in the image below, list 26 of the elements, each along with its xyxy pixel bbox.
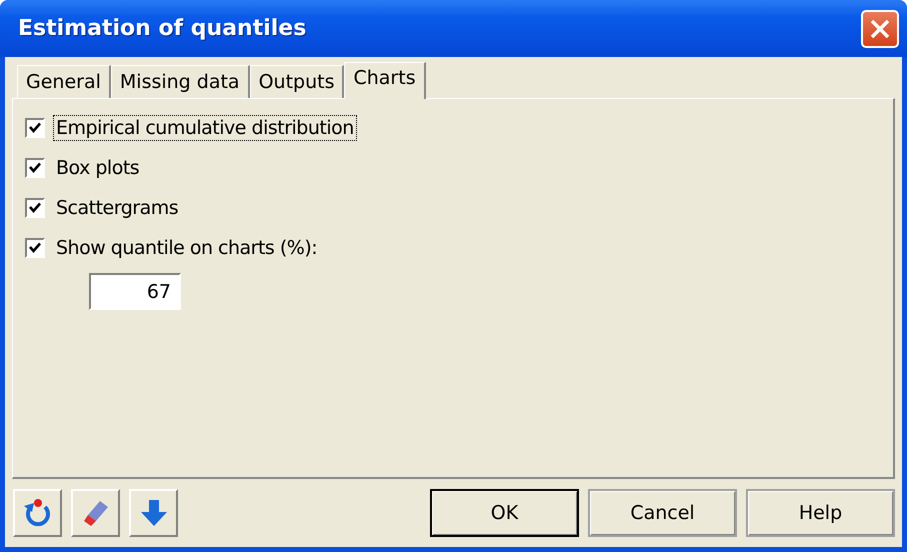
checkbox[interactable]: [25, 198, 45, 218]
down-button[interactable]: [129, 489, 178, 537]
dialog-button[interactable]: OK: [430, 489, 579, 537]
clear-button[interactable]: [71, 489, 120, 537]
quantile-input[interactable]: 67: [89, 273, 181, 310]
window-title: Estimation of quantiles: [18, 16, 306, 41]
check-icon: [28, 201, 42, 215]
checkbox[interactable]: [25, 238, 45, 258]
dialog-button[interactable]: Cancel: [588, 489, 737, 537]
checkbox[interactable]: [25, 158, 45, 178]
tab[interactable]: General: [17, 65, 111, 98]
dialog-button[interactable]: Help: [746, 489, 895, 537]
reset-button[interactable]: [13, 489, 62, 537]
checkbox-label: Box plots: [55, 156, 140, 181]
checkbox-label: Empirical cumulative distribution: [53, 115, 357, 141]
tab[interactable]: Missing data: [110, 65, 250, 98]
tab[interactable]: Charts: [344, 62, 426, 99]
checkbox-label: Show quantile on charts (%):: [55, 236, 318, 261]
checkbox-label: Scattergrams: [55, 196, 180, 221]
checkbox[interactable]: [25, 118, 45, 138]
close-icon: [869, 18, 891, 40]
check-icon: [28, 121, 42, 135]
check-icon: [28, 241, 42, 255]
close-button[interactable]: [861, 10, 899, 48]
check-icon: [28, 161, 42, 175]
tab[interactable]: Outputs: [250, 65, 344, 98]
